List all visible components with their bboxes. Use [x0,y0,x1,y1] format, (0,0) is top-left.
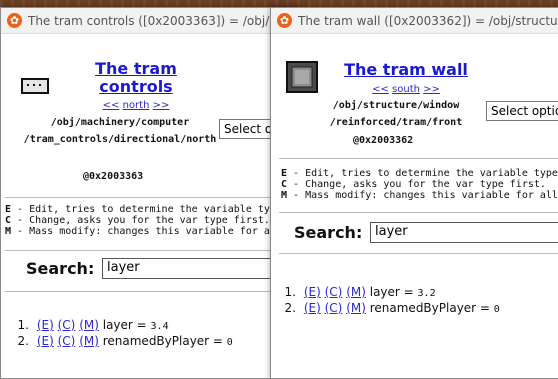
edit-link[interactable]: (E) [37,318,54,332]
object-title-line2: controls [99,77,173,96]
variable-value[interactable]: 0 [494,304,500,315]
mass-modify-link[interactable]: (M) [346,285,366,299]
object-path-line2: /reinforced/tram/front [329,117,463,128]
nav-next-link[interactable]: >> [153,100,170,111]
window-titlebar[interactable]: ✿ The tram wall ([0x2003362]) = /obj/str… [271,8,558,34]
variable-name: renamedByPlayer = [102,334,227,348]
window-title: The tram controls ([0x2003363]) = /obj/m… [28,13,301,28]
window-titlebar[interactable]: ✿ The tram controls ([0x2003363]) = /obj… [1,8,301,34]
variable-list: 1. (E) (C) (M) layer = 3.4 2. (E) (C) (M… [1,318,233,350]
help-c-text: - Change, asks you for the var type firs… [11,215,270,226]
tram-controls-sprite-icon [21,78,49,94]
mass-modify-link[interactable]: (M) [346,301,366,315]
help-m-text: - Mass modify: changes this variable for… [293,190,558,201]
object-title[interactable]: The tram wall [331,61,481,79]
object-path-line1: /obj/machinery/computer [50,117,190,128]
help-c-text: - Change, asks you for the var type firs… [287,179,546,190]
direction-nav: << south >> [356,84,456,95]
variable-list: 1. (E) (C) (M) layer = 3.2 2. (E) (C) (M… [271,285,500,317]
tram-wall-sprite-icon [286,61,318,93]
object-path: /obj/structure/window /reinforced/tram/f… [311,97,481,131]
change-link[interactable]: (C) [325,285,343,299]
row-number: 1. [17,318,29,332]
divider [5,197,301,198]
app-gear-icon: ✿ [277,13,292,28]
nav-prev-link[interactable]: << [372,84,389,95]
search-label: Search: [294,223,363,242]
edit-link[interactable]: (E) [37,334,54,348]
object-title[interactable]: The tram controls [71,60,201,96]
variable-row: 1. (E) (C) (M) layer = 3.2 [271,285,500,301]
row-number: 2. [17,334,29,348]
object-path-line1: /obj/structure/window [332,100,460,111]
help-text: E - Edit, tries to determine the variabl… [281,168,558,201]
row-number: 2. [284,301,296,315]
row-number: 1. [284,285,296,299]
variable-row: 2. (E) (C) (M) renamedByPlayer = 0 [271,301,500,317]
edit-link[interactable]: (E) [304,301,321,315]
search-label: Search: [26,259,95,278]
object-ref: @0x2003362 [353,135,414,146]
help-text: E - Edit, tries to determine the variabl… [5,204,301,237]
app-gear-icon: ✿ [7,13,22,28]
variable-name: renamedByPlayer = [369,301,494,315]
help-e-text: - Edit, tries to determine the variable … [17,204,301,215]
variable-row: 1. (E) (C) (M) layer = 3.4 [1,318,233,334]
change-link[interactable]: (C) [58,318,76,332]
nav-direction-link[interactable]: south [392,84,420,95]
object-title-line1: The tram [95,59,177,78]
variable-name: layer = [102,318,151,332]
help-e-text: - Edit, tries to determine the variable … [293,168,558,179]
edit-link[interactable]: (E) [304,285,321,299]
divider [279,253,558,254]
divider [279,212,558,213]
nav-next-link[interactable]: >> [423,84,440,95]
help-m-text: - Mass modify: changes this variable for… [17,226,301,237]
divider [5,250,301,251]
nav-direction-link[interactable]: north [123,100,150,111]
vv-window-tram-controls[interactable]: ✿ The tram controls ([0x2003363]) = /obj… [0,7,302,379]
divider [279,158,558,159]
object-ref: @0x2003363 [83,171,144,182]
window-title: The tram wall ([0x2003362]) = /obj/struc… [298,13,558,28]
vv-window-tram-wall[interactable]: ✿ The tram wall ([0x2003362]) = /obj/str… [270,7,558,379]
variable-row: 2. (E) (C) (M) renamedByPlayer = 0 [1,334,233,350]
variable-value[interactable]: 3.4 [151,321,169,332]
object-path: /obj/machinery/computer /tram_controls/d… [11,114,229,148]
change-link[interactable]: (C) [58,334,76,348]
object-path-line2: /tram_controls/directional/north [23,134,217,145]
direction-nav: << north >> [86,100,186,111]
variable-name: layer = [369,285,418,299]
divider [5,291,301,292]
option-select[interactable]: Select option [486,101,558,121]
variable-value[interactable]: 0 [227,337,233,348]
change-link[interactable]: (C) [325,301,343,315]
nav-prev-link[interactable]: << [103,100,120,111]
search-input[interactable]: layer [370,222,558,243]
mass-modify-link[interactable]: (M) [79,318,99,332]
variable-value[interactable]: 3.2 [418,288,436,299]
mass-modify-link[interactable]: (M) [79,334,99,348]
